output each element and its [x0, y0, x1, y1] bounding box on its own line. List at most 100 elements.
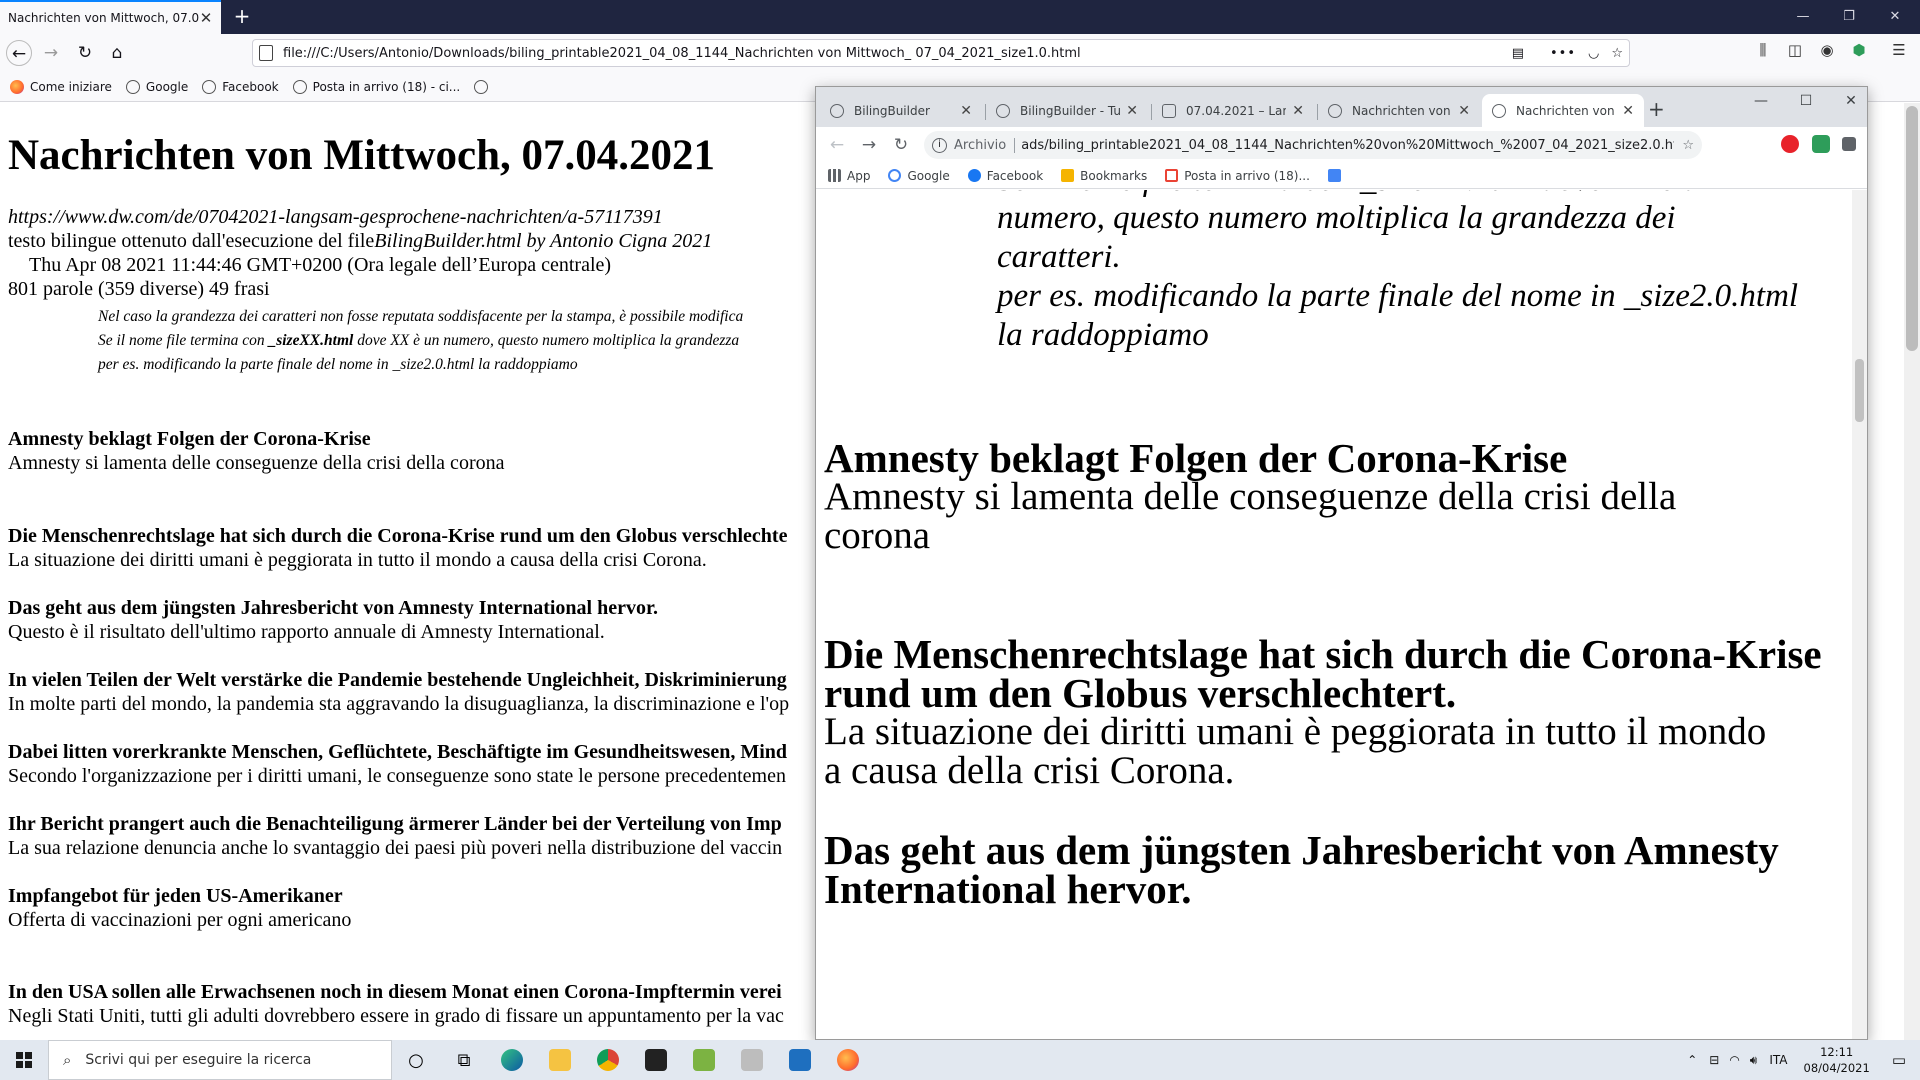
home-button[interactable]: ⌂ — [104, 40, 130, 66]
menu-icon[interactable]: ☰ — [1888, 41, 1910, 59]
close-tab-icon[interactable]: ✕ — [1622, 103, 1634, 119]
stats: 801 parole (359 diverse) 49 frasi — [8, 278, 270, 300]
chrome-app[interactable] — [584, 1040, 632, 1080]
photos-app[interactable] — [776, 1040, 824, 1080]
note-line-2: Se il nome file termina con _sizeXX.html… — [98, 332, 739, 350]
bookmark-label: Posta in arrivo (18) - ci... — [312, 79, 461, 94]
chart-app[interactable] — [680, 1040, 728, 1080]
note-line: numero, questo numero moltiplica la gran… — [997, 200, 1676, 236]
wifi-icon[interactable]: ◠ — [1729, 1053, 1739, 1067]
bookmark-extra[interactable] — [474, 79, 494, 94]
bookmark-star-icon[interactable]: ☆ — [1682, 138, 1694, 153]
chrome-tab[interactable]: 07.04.2021 – Langs ✕ — [1152, 94, 1314, 127]
terminal-app[interactable] — [632, 1040, 680, 1080]
new-tab-button[interactable]: + — [230, 4, 254, 28]
close-tab-icon[interactable]: ✕ — [1292, 103, 1304, 119]
forward-button[interactable]: → — [38, 40, 64, 66]
minimize-icon[interactable]: — — [1746, 93, 1776, 109]
start-button[interactable] — [0, 1040, 48, 1080]
restore-icon[interactable]: ❐ — [1826, 0, 1872, 34]
firefox-tab-bar: Nachrichten von Mittwoch, 07.04.2021 ✕ +… — [0, 0, 1920, 34]
back-button[interactable]: ← — [826, 135, 848, 155]
maximize-icon[interactable]: ☐ — [1791, 93, 1821, 109]
note-line: Se il nome file termina con _sizeXX.html… — [997, 190, 1716, 199]
firefox-scroll-thumb[interactable] — [1906, 106, 1918, 351]
firefox-app[interactable] — [824, 1040, 872, 1080]
page-actions-icon[interactable]: ••• — [1550, 46, 1576, 61]
sentence-de: Ihr Bericht prangert auch die Benachteil… — [8, 813, 782, 835]
sentence-de: Amnesty beklagt Folgen der Corona-Krise — [8, 428, 371, 450]
notifications-icon[interactable]: ▭ — [1892, 1051, 1906, 1069]
bookmark-posta[interactable]: Posta in arrivo (18) - ci... — [292, 79, 461, 94]
sidebar-icon[interactable]: ◫ — [1784, 41, 1806, 59]
sentence-de: Impfangebot für jeden US-Amerikaner — [8, 885, 343, 907]
volume-icon[interactable]: 🔊︎ — [1750, 1053, 1758, 1068]
bookmark-facebook[interactable]: Facebook — [202, 79, 279, 94]
chevron-up-icon[interactable]: ⌃ — [1687, 1053, 1697, 1067]
explorer-app[interactable] — [536, 1040, 584, 1080]
globe-icon — [202, 79, 217, 94]
bookmark-come-iniziare[interactable]: Come iniziare — [10, 79, 112, 94]
bookmark-translate[interactable] — [1327, 169, 1347, 182]
reload-button[interactable]: ↻ — [72, 40, 98, 66]
back-button[interactable]: ← — [6, 40, 32, 66]
taskbar-search-box[interactable]: ⌕ Scrivi qui per eseguire la ricerca — [48, 1040, 392, 1080]
close-window-icon[interactable]: ✕ — [1836, 93, 1866, 109]
firefox-navigation-bar: ← → ↻ ⌂ file:///C:/Users/Antonio/Downloa… — [0, 34, 1920, 72]
sentence-de: Das geht aus dem jüngsten Jahresbericht … — [8, 597, 659, 619]
bookmark-google[interactable]: Google — [125, 79, 188, 94]
pocket-icon[interactable]: ◡ — [1588, 46, 1599, 61]
sentence-de: International hervor. — [824, 866, 1192, 912]
firefox-tab-active[interactable]: Nachrichten von Mittwoch, 07.04.2021 ✕ — [0, 0, 221, 34]
close-tab-icon[interactable]: ✕ — [1126, 103, 1138, 119]
chrome-tab[interactable]: BilingBuilder - Tuto ✕ — [986, 94, 1148, 127]
chrome-omnibox[interactable]: i Archivio ads/biling_printable2021_04_0… — [924, 131, 1702, 159]
chrome-tab-active[interactable]: Nachrichten von M ✕ — [1482, 94, 1644, 127]
task-view-icon[interactable]: ⧉ — [440, 1040, 488, 1080]
firefox-url-text: file:///C:/Users/Antonio/Downloads/bilin… — [283, 45, 1081, 61]
chrome-scroll-thumb[interactable] — [1855, 359, 1864, 422]
sentence-de: Dabei litten vorerkrankte Menschen, Gefl… — [8, 741, 787, 763]
chrome-window: BilingBuilder ✕ BilingBuilder - Tuto ✕ 07.… — [815, 86, 1868, 1040]
edge-app[interactable] — [488, 1040, 536, 1080]
sentence-it: Negli Stati Uniti, tutti gli adulti dovr… — [8, 1005, 784, 1027]
chrome-scrollbar[interactable] — [1852, 190, 1867, 1039]
firefox-address-bar[interactable]: file:///C:/Users/Antonio/Downloads/bilin… — [252, 39, 1630, 67]
note-line: la raddoppiamo — [997, 317, 1209, 353]
info-icon[interactable]: i — [932, 137, 947, 153]
close-tab-icon[interactable]: ✕ — [199, 9, 213, 27]
chrome-tab[interactable]: BilingBuilder ✕ — [820, 94, 982, 127]
chrome-new-tab-button[interactable]: + — [1648, 97, 1665, 121]
close-tab-icon[interactable]: ✕ — [1458, 103, 1470, 119]
adblock-icon[interactable] — [1781, 135, 1799, 153]
network-icon[interactable]: ⊟ — [1709, 1053, 1719, 1067]
bookmark-bookmarks[interactable]: Bookmarks — [1061, 169, 1147, 183]
close-tab-icon[interactable]: ✕ — [960, 103, 972, 119]
minimize-icon[interactable]: — — [1780, 0, 1826, 34]
bookmark-app[interactable]: App — [828, 169, 870, 183]
firefox-tab-title: Nachrichten von Mittwoch, 07.04.2021 — [8, 11, 199, 25]
library-icon[interactable]: ⫼ — [1752, 41, 1774, 59]
chrome-tab[interactable]: Nachrichten von M ✕ — [1318, 94, 1480, 127]
clock[interactable]: 12:11 08/04/2021 — [1804, 1044, 1870, 1076]
bookmark-facebook[interactable]: Facebook — [967, 169, 1043, 183]
account-icon[interactable]: ◉ — [1816, 41, 1838, 59]
shield-icon[interactable]: ⬢ — [1848, 41, 1870, 59]
extensions-puzzle-icon[interactable] — [1842, 137, 1856, 151]
timestamp: Thu Apr 08 2021 11:44:46 GMT+0200 (Ora l… — [29, 254, 612, 276]
bookmark-star-icon[interactable]: ☆ — [1611, 46, 1623, 61]
reload-button[interactable]: ↻ — [890, 135, 912, 155]
bookmark-posta[interactable]: Posta in arrivo (18)... — [1165, 169, 1310, 183]
tool-app[interactable] — [728, 1040, 776, 1080]
page-title: Nachrichten von Mittwoch, 07.04.2021 — [8, 132, 716, 179]
sentence-it: La situazione dei diritti umani è peggio… — [8, 549, 707, 571]
folder-icon — [1061, 169, 1075, 182]
bookmark-google[interactable]: Google — [888, 169, 950, 183]
source-url[interactable]: https://www.dw.com/de/07042021-langsam-g… — [8, 206, 663, 229]
language-indicator[interactable]: ITA — [1769, 1053, 1787, 1067]
shield-extension-icon[interactable] — [1812, 135, 1830, 153]
close-window-icon[interactable]: ✕ — [1872, 0, 1918, 34]
forward-button[interactable]: → — [858, 135, 880, 155]
cortana-icon[interactable]: ○ — [392, 1040, 440, 1080]
reader-view-icon[interactable]: ▤ — [1512, 46, 1524, 61]
